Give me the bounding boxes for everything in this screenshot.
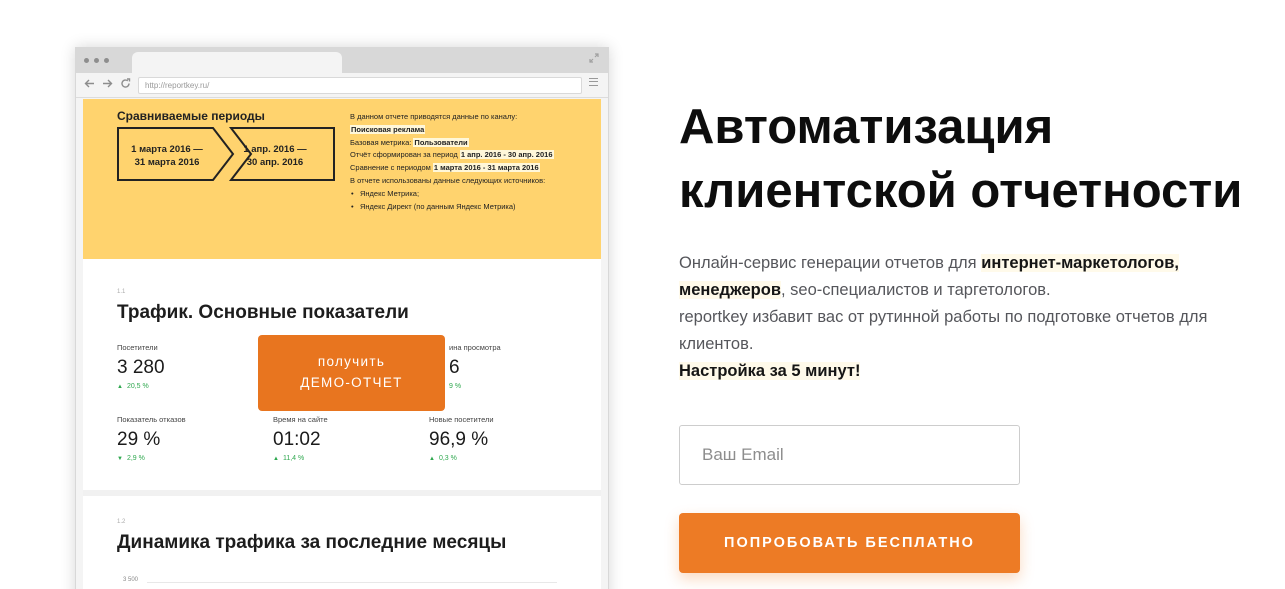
- metric-delta: ▲ 20,5 %: [117, 383, 165, 390]
- delta-value: 20,5 %: [126, 383, 149, 390]
- triangle-up-icon: ▲: [429, 456, 435, 462]
- report-info: В данном отчете приводятся данные по кан…: [350, 111, 590, 213]
- arrow-left-icon: [84, 77, 95, 93]
- delta-value: 11,4 %: [282, 455, 305, 462]
- arrow-right-icon: [102, 77, 113, 93]
- email-input[interactable]: [679, 425, 1020, 485]
- formed-period-highlight: 1 апр. 2016 - 30 апр. 2016: [459, 150, 554, 160]
- metric-visitors: Посетители 3 280 ▲ 20,5 %: [117, 343, 165, 390]
- browser-tab: [132, 52, 342, 74]
- window-controls: [84, 58, 109, 63]
- period-a: 1 марта 2016 — 31 марта 2016: [127, 143, 207, 195]
- metric-label: Посетители: [117, 343, 158, 352]
- desc-highlight: менеджеров: [679, 281, 781, 299]
- delta-value: 0,3 %: [438, 455, 457, 462]
- triangle-up-icon: ▲: [117, 384, 123, 390]
- browser-mockup: http://reportkey.ru/ Сравниваемые период…: [75, 47, 609, 589]
- traffic-chart-stub: 3 500: [117, 575, 557, 589]
- hero-description: Онлайн-сервис генерации отчетов для инте…: [679, 250, 1239, 385]
- chart-tick-label: 3 500: [123, 577, 139, 583]
- try-free-button[interactable]: ПОПРОБОВАТЬ БЕСПЛАТНО: [679, 513, 1020, 573]
- get-demo-report-button[interactable]: получить ДЕМО-ОТЧЕТ: [258, 335, 445, 411]
- metric-delta: ▼ 2,9 %: [117, 455, 186, 462]
- metric-value: 01:02: [273, 429, 321, 450]
- section-divider: [83, 490, 601, 496]
- period-b-start: 1 апр. 2016 —: [243, 144, 307, 155]
- metric-new-visitors: Новые посетители 96,9 % ▲ 0,3 %: [429, 415, 494, 462]
- desc-highlight: Настройка за 5 минут!: [679, 362, 861, 380]
- browser-titlebar: [76, 48, 608, 74]
- window-dot: [94, 58, 99, 63]
- base-metric-highlight: Пользователи: [413, 137, 469, 147]
- period-a-end: 31 марта 2016: [134, 157, 200, 168]
- address-bar: http://reportkey.ru/: [138, 77, 582, 94]
- metric-bounce-rate: Показатель отказов 29 % ▼ 2,9 %: [117, 415, 186, 462]
- metric-value: 96,9 %: [429, 429, 489, 450]
- metric-value: 3 280: [117, 357, 165, 378]
- source-item: Яндекс Директ (по данным Яндекс Метрика): [350, 201, 590, 214]
- window-dot: [84, 58, 89, 63]
- period-a-start: 1 марта 2016 —: [131, 144, 203, 155]
- triangle-up-icon: ▲: [273, 456, 279, 462]
- desc-text: Онлайн-сервис генерации отчетов для: [679, 254, 982, 272]
- desc-text: , seo-специалистов и таргетологов.: [780, 281, 1051, 299]
- hero-title-line: клиентской отчетности: [679, 164, 1243, 218]
- info-compare-prefix: Сравнение с периодом: [350, 163, 433, 173]
- metric-delta: 9 %: [449, 383, 501, 390]
- report-preview: Сравниваемые периоды 1 марта 2016 — 31 м…: [83, 99, 601, 589]
- section-title: Динамика трафика за последние месяцы: [117, 532, 507, 553]
- period-b: 1 апр. 2016 — 30 апр. 2016: [235, 143, 315, 195]
- expand-icon: [587, 53, 601, 67]
- compare-period-highlight: 1 марта 2016 - 31 марта 2016: [432, 163, 540, 173]
- metric-delta: ▲ 11,4 %: [273, 455, 328, 462]
- info-base-prefix: Базовая метрика:: [350, 137, 414, 147]
- reload-icon: [120, 77, 131, 93]
- chart-gridline: [147, 582, 557, 583]
- window-dot: [104, 58, 109, 63]
- metric-value: 6: [449, 357, 460, 378]
- desc-highlight: интернет-маркетологов,: [981, 254, 1179, 272]
- browser-toolbar: http://reportkey.ru/: [76, 73, 608, 98]
- delta-value: 9 %: [449, 383, 462, 390]
- hero-title: Автоматизация клиентской отчетности: [679, 95, 1279, 223]
- metric-label: Время на сайте: [273, 415, 328, 424]
- metric-label: Показатель отказов: [117, 415, 186, 424]
- compare-periods-title: Сравниваемые периоды: [117, 109, 265, 123]
- report-header: Сравниваемые периоды 1 марта 2016 — 31 м…: [83, 99, 601, 259]
- info-line: В данном отчете приводятся данные по кан…: [350, 112, 518, 121]
- metric-label: ина просмотра: [449, 343, 501, 352]
- metric-time-on-site: Время на сайте 01:02 ▲ 11,4 %: [273, 415, 328, 462]
- metric-value: 29 %: [117, 429, 161, 450]
- sources-list: Яндекс Метрика; Яндекс Директ (по данным…: [350, 188, 590, 214]
- section-number: 1.1: [117, 289, 126, 295]
- info-formed-prefix: Отчёт сформирован за период: [350, 150, 460, 160]
- section-title: Трафик. Основные показатели: [117, 302, 409, 323]
- info-sources-intro: В отчете использованы данные следующих и…: [350, 175, 546, 185]
- hamburger-icon: [589, 78, 598, 86]
- metric-label: Новые посетители: [429, 415, 494, 424]
- delta-value: 2,9 %: [126, 455, 145, 462]
- section-number: 1.2: [117, 519, 126, 525]
- demo-button-line2: ДЕМО-ОТЧЕТ: [300, 375, 403, 390]
- demo-button-line1: получить: [317, 354, 386, 369]
- metric-delta: ▲ 0,3 %: [429, 455, 494, 462]
- channel-highlight: Поисковая реклама: [350, 124, 426, 134]
- desc-text: reportkey избавит вас от рутинной работы…: [679, 308, 1208, 353]
- period-b-end: 30 апр. 2016: [246, 157, 304, 168]
- triangle-down-icon: ▼: [117, 456, 123, 462]
- metric-pageviews: ина просмотра 6 9 %: [449, 343, 501, 390]
- hero-title-line: Автоматизация: [679, 100, 1054, 154]
- source-item: Яндекс Метрика;: [350, 188, 590, 201]
